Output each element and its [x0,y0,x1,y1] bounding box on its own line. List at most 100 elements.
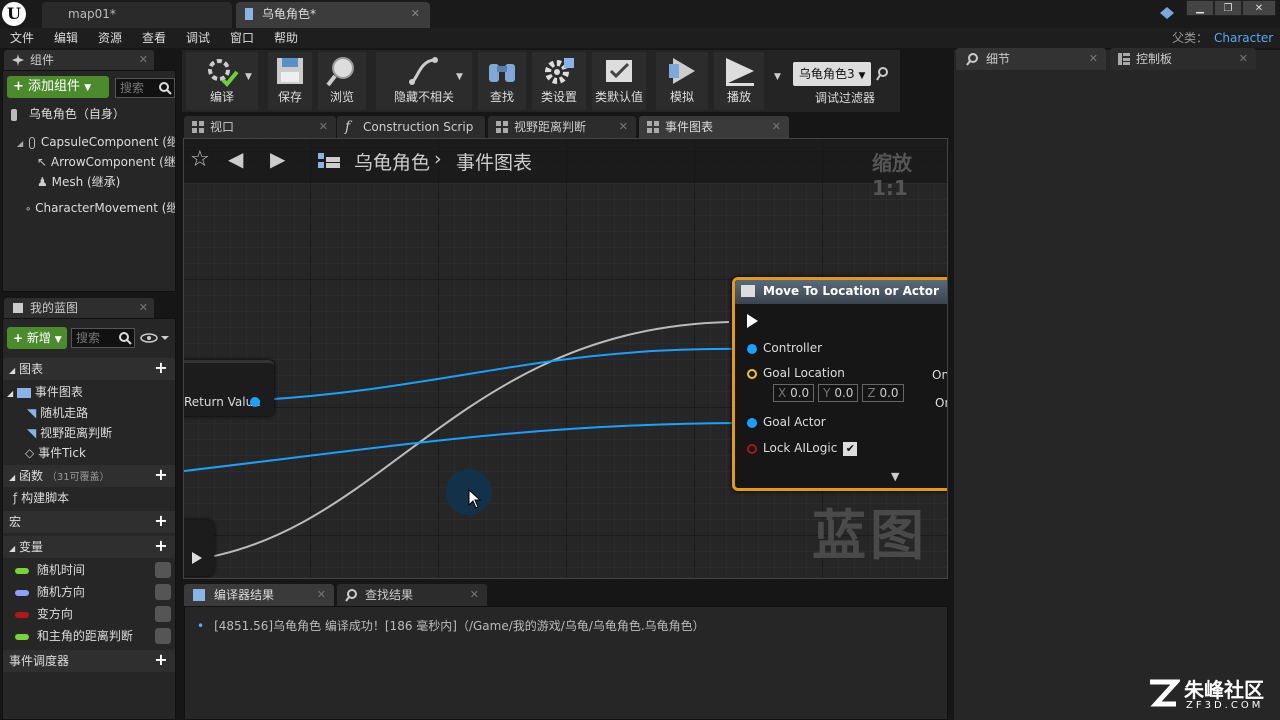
debug-filter-label: 调试过滤器 [815,91,876,105]
section-graphs[interactable]: ◢ 图表 + [3,358,175,380]
return-value-node[interactable]: Return Value [184,360,274,416]
pin-lock-ailogic[interactable]: Lock AILogic ✔ [747,441,858,456]
section-functions[interactable]: ◢ 函数 （31可覆盖） + [3,465,175,487]
graph-item[interactable]: ◥ 随机走路 [27,404,88,421]
close-icon[interactable]: ✕ [317,584,326,606]
graph-item[interactable]: ◇ 事件Tick [25,444,86,461]
variable-item[interactable]: 随机时间 [3,559,175,581]
eye-toggle-icon[interactable] [155,584,171,600]
play-options-chevron-icon[interactable]: ▼ [774,72,781,82]
component-arrow[interactable]: ↖ ArrowComponent (继承) [37,153,175,170]
goal-y-field[interactable]: Y 0.0 [818,384,859,402]
section-dispatchers[interactable]: 事件调度器 + [3,650,175,672]
new-button[interactable]: + 新增 ▼ [7,327,67,349]
tab-viewport[interactable]: 视口 ✕ [184,116,336,138]
close-icon[interactable]: ✕ [139,50,148,70]
section-macros[interactable]: 宏 + [3,511,175,533]
tab-palette[interactable]: 控制板 ✕ [1110,48,1256,70]
section-variables[interactable]: ◢ 变量 + [3,536,175,558]
save-button[interactable]: 保存 [268,52,312,110]
search-icon[interactable] [876,66,890,82]
right-panel [954,50,1280,720]
tab-details[interactable]: 细节 ✕ [956,48,1106,70]
myblueprint-tab[interactable]: 我的蓝图 ✕ [4,298,154,318]
close-icon[interactable]: ✕ [411,2,420,26]
tab-find-results[interactable]: 查找结果 ✕ [337,584,487,606]
eye-toggle-icon[interactable] [155,606,171,622]
variable-item[interactable]: 随机方向 [3,581,175,603]
close-icon[interactable]: ✕ [772,116,781,138]
component-movement[interactable]: ∘ CharacterMovement (继承) [25,199,175,216]
tab-construction-script[interactable]: f Construction Scrip [337,116,485,138]
exec-pin-icon[interactable] [192,552,202,564]
goal-x-field[interactable]: X 0.0 [773,384,815,402]
browse-button[interactable]: 浏览 [318,52,366,110]
menu-view[interactable]: 查看 [142,28,166,48]
class-settings-button[interactable]: 类设置 [532,52,586,110]
parent-class-link[interactable]: Character [1214,28,1273,48]
component-mesh[interactable]: ♟ Mesh (继承) [37,173,175,190]
add-graph-button[interactable]: + [153,360,169,376]
output-pin-icon[interactable] [250,397,260,407]
eye-toggle-icon[interactable] [155,562,171,578]
play-button[interactable]: 播放 [714,52,764,110]
exec-input-pin-icon[interactable] [747,314,758,328]
compile-options-chevron-icon[interactable]: ▼ [245,72,252,82]
close-icon[interactable]: ✕ [1239,48,1248,70]
graph-icon [496,121,508,133]
variable-item[interactable]: 和主角的距离判断 [3,625,175,647]
menu-edit[interactable]: 编辑 [54,28,78,48]
menu-debug[interactable]: 调试 [186,28,210,48]
eye-toggle-icon[interactable] [155,628,171,644]
tab-compiler-results[interactable]: 编译器结果 ✕ [184,584,334,606]
add-variable-button[interactable]: + [153,538,169,554]
tab-sight-distance[interactable]: 视野距离判断 ✕ [488,116,636,138]
add-dispatcher-button[interactable]: + [153,652,169,668]
tab-sight-label: 视野距离判断 [514,120,587,134]
close-icon[interactable]: ✕ [319,116,328,138]
source-control-icon[interactable] [1158,4,1176,22]
eye-icon[interactable] [139,331,171,345]
component-root[interactable]: 乌龟角色（自身） [11,105,171,122]
maximize-button[interactable]: ❐ [1214,0,1242,16]
graph-item[interactable]: ◥ 视野距离判断 [27,424,112,441]
close-icon[interactable]: ✕ [470,584,479,606]
window-close-button[interactable]: ✕ [1242,0,1276,16]
lock-ailogic-checkbox[interactable]: ✔ [843,441,858,456]
move-to-node[interactable]: Move To Location or Actor Controller Goa… [732,277,947,491]
menu-asset[interactable]: 资源 [98,28,122,48]
component-capsule[interactable]: ◢ CapsuleComponent (继承) [17,133,175,150]
components-tab[interactable]: 组件 ✕ [4,50,154,70]
variable-item[interactable]: 变方向 [3,603,175,625]
graph-canvas[interactable]: ☆ ◀ ▶ 乌龟角色 › 事件图表 缩放1:1 Return Value Mov… [183,138,948,579]
menu-help[interactable]: 帮助 [274,28,298,48]
function-item[interactable]: ƒ 构建脚本 [13,489,69,506]
add-component-button[interactable]: + 添加组件 ▼ [7,76,109,98]
expand-arrow-icon: ◢ [9,473,16,482]
close-icon[interactable]: ✕ [139,298,148,318]
menu-window[interactable]: 窗口 [230,28,254,48]
simulate-button[interactable]: 模拟 [656,52,708,110]
tab-event-graph[interactable]: 事件图表 ✕ [639,116,789,138]
debug-filter-select[interactable]: 乌龟角色3 ▼ [793,62,871,86]
add-function-button[interactable]: + [153,467,169,483]
event-graph-item[interactable]: ◢ 事件图表 [7,383,83,400]
tab-blueprint[interactable]: 乌龟角色* ✕ [236,2,430,28]
minimize-button[interactable]: ▁ [1186,0,1214,16]
expand-node-chevron-icon[interactable]: ▼ [891,470,899,483]
pin-goal-actor[interactable]: Goal Actor [747,415,826,429]
class-defaults-button[interactable]: 类默认值 [592,52,646,110]
find-button[interactable]: 查找 [478,52,526,110]
pin-goal-location[interactable]: Goal Location [747,366,845,380]
hide-options-chevron-icon[interactable]: ▼ [456,72,463,82]
pin-controller[interactable]: Controller [747,341,822,355]
close-icon[interactable]: ✕ [1089,48,1098,70]
components-search-input[interactable]: 搜索 [115,78,175,98]
close-icon[interactable]: ✕ [619,116,628,138]
menu-file[interactable]: 文件 [10,28,34,48]
myblueprint-search-input[interactable]: 搜索 [71,328,135,348]
exec-source-node[interactable] [184,520,214,576]
tab-map01[interactable]: map01* [42,2,232,28]
goal-z-field[interactable]: Z 0.0 [862,384,904,402]
add-macro-button[interactable]: + [153,513,169,529]
